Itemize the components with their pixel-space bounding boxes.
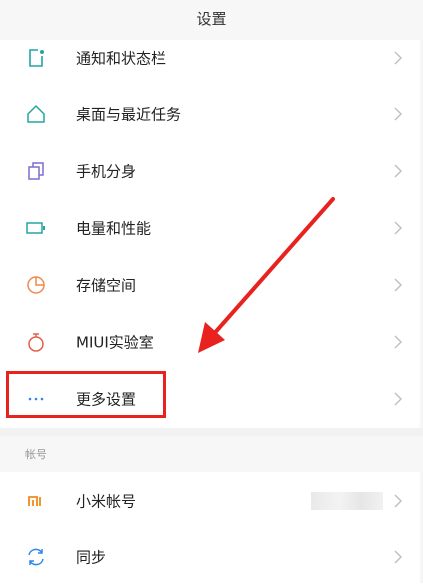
- settings-item-label: 电量和性能: [76, 219, 152, 237]
- lab-flask-icon: [25, 331, 47, 353]
- battery-icon: [25, 217, 47, 239]
- section-divider: [0, 428, 423, 436]
- home-icon: [25, 103, 47, 125]
- chevron-right-icon: [393, 277, 403, 293]
- section-title: 帐号: [25, 448, 47, 461]
- settings-item-label: 手机分身: [76, 162, 137, 180]
- chevron-right-icon: [393, 493, 403, 509]
- mi-logo-icon: [25, 490, 47, 512]
- notification-icon: [25, 47, 47, 69]
- settings-item-storage[interactable]: 存储空间: [0, 256, 423, 313]
- phone-clone-icon: [25, 160, 47, 182]
- settings-item-mi-account[interactable]: 小米帐号: [0, 472, 423, 529]
- settings-item-label: 桌面与最近任务: [76, 105, 182, 123]
- chevron-right-icon: [393, 50, 403, 66]
- chevron-right-icon: [393, 334, 403, 350]
- sync-icon: [25, 546, 47, 568]
- settings-item-sync[interactable]: 同步: [0, 528, 423, 585]
- settings-item-second-space[interactable]: 手机分身: [0, 142, 423, 199]
- settings-item-label: MIUI实验室: [76, 333, 154, 351]
- chevron-right-icon: [393, 106, 403, 122]
- chevron-right-icon: [393, 163, 403, 179]
- settings-item-battery[interactable]: 电量和性能: [0, 199, 423, 256]
- settings-item-notifications[interactable]: 通知和状态栏: [0, 29, 423, 86]
- settings-item-desktop[interactable]: 桌面与最近任务: [0, 85, 423, 142]
- chevron-right-icon: [393, 220, 403, 236]
- page-title: 设置: [196, 10, 227, 28]
- chevron-right-icon: [393, 549, 403, 565]
- settings-item-label: 存储空间: [76, 276, 137, 294]
- settings-item-label: 通知和状态栏: [76, 49, 167, 67]
- settings-item-label: 同步: [76, 548, 107, 566]
- account-id-blurred: [311, 491, 383, 510]
- settings-item-lab[interactable]: MIUI实验室: [0, 313, 423, 370]
- storage-pie-icon: [25, 274, 47, 296]
- section-header-account: 帐号: [0, 436, 423, 472]
- settings-item-label: 小米帐号: [76, 492, 137, 510]
- highlight-box: [6, 371, 166, 418]
- chevron-right-icon: [393, 391, 403, 407]
